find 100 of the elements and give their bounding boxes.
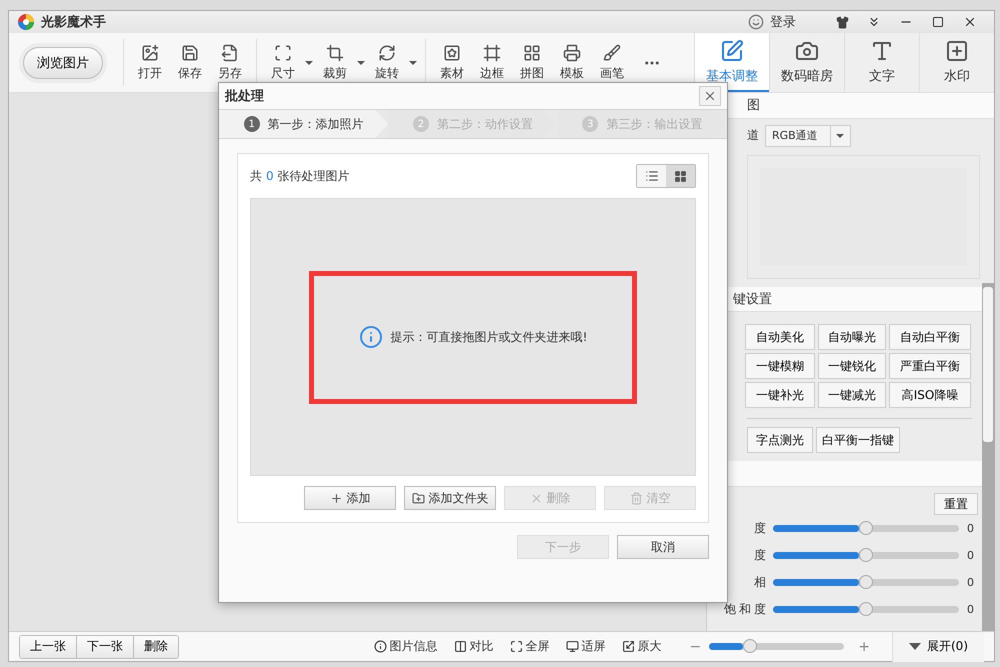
zoom-fill[interactable] xyxy=(709,643,743,650)
preset-button[interactable]: 一键补光 xyxy=(745,382,815,408)
slider-thumb[interactable] xyxy=(742,639,757,653)
scrollbar[interactable] xyxy=(982,283,994,631)
action-button[interactable]: 添加文件夹 xyxy=(404,486,496,510)
count-label: 共 xyxy=(250,168,262,184)
preset-button[interactable]: 自动曝光 xyxy=(818,324,886,350)
grid-icon[interactable] xyxy=(523,44,541,62)
action-button[interactable]: 添加 xyxy=(304,486,396,510)
avatar-icon[interactable] xyxy=(748,14,764,30)
slider-fill[interactable] xyxy=(773,525,859,532)
app-logo xyxy=(17,13,35,31)
tool-label[interactable]: 另存 xyxy=(218,64,242,82)
slider-label: 相 xyxy=(753,574,769,592)
list-icon xyxy=(644,169,658,183)
info-icon[interactable] xyxy=(374,640,387,653)
nav-button[interactable]: 下一张 xyxy=(77,636,134,658)
tool-label[interactable]: 边框 xyxy=(480,64,504,82)
view-tool-label[interactable]: 图片信息 xyxy=(390,638,438,655)
step-label: 第一步：添加照片 xyxy=(268,116,364,132)
slider-label: 度 xyxy=(753,547,769,564)
nav-button[interactable]: 上一张 xyxy=(20,636,77,658)
slider-label: 饱和度 xyxy=(723,601,769,618)
trash-icon xyxy=(630,492,642,504)
plus-square-icon xyxy=(945,38,969,62)
tool-label[interactable]: 保存 xyxy=(178,64,202,82)
slider-fill[interactable] xyxy=(773,606,859,614)
reset-button[interactable]: 重置 xyxy=(934,493,978,516)
dialog-button[interactable]: 取消 xyxy=(617,535,709,559)
tool-label[interactable]: 旋转 xyxy=(375,64,399,82)
step-label: 第三步：输出设置 xyxy=(606,116,702,132)
slider-thumb[interactable] xyxy=(859,575,873,590)
view-tool-label[interactable]: 对比 xyxy=(470,638,494,655)
brush-icon[interactable] xyxy=(603,44,621,62)
view-tool-label[interactable]: 适屏 xyxy=(582,638,606,655)
step-number: 1 xyxy=(244,116,260,132)
folder-plus-icon xyxy=(412,492,424,504)
slider-value: 0 xyxy=(967,576,974,590)
preset-button[interactable]: 自动美化 xyxy=(745,324,815,350)
panel-tab[interactable]: 文字 xyxy=(844,33,919,92)
caret-icon[interactable] xyxy=(357,60,365,64)
maximize-icon[interactable] xyxy=(932,16,944,28)
count-value: 0 xyxy=(266,169,274,183)
open-image-icon[interactable] xyxy=(141,44,159,62)
nav-button[interactable]: 删除 xyxy=(134,636,178,658)
monitor-icon[interactable] xyxy=(566,640,579,653)
expand-button[interactable]: 展开(0) xyxy=(892,632,984,662)
tool-label[interactable]: 素材 xyxy=(440,64,464,82)
panel-tab[interactable]: 水印 xyxy=(919,33,994,92)
printer-icon[interactable] xyxy=(563,44,581,62)
grid-view-button[interactable] xyxy=(666,165,695,187)
close-icon[interactable] xyxy=(963,15,977,29)
compare-icon[interactable] xyxy=(454,640,467,653)
panel-tab[interactable]: 基本调整 xyxy=(694,33,769,92)
save-as-icon[interactable] xyxy=(221,44,239,62)
slider-thumb[interactable] xyxy=(859,602,873,616)
view-tool-label[interactable]: 全屏 xyxy=(526,638,550,655)
close-button[interactable] xyxy=(699,86,721,106)
slider-fill[interactable] xyxy=(773,579,859,586)
preset-button[interactable]: 白平衡一指键 xyxy=(816,427,900,454)
hint-text: 提示：可直接拖图片或文件夹进来哦! xyxy=(390,328,588,346)
drop-area[interactable]: 提示：可直接拖图片或文件夹进来哦! xyxy=(250,198,696,476)
preset-button[interactable]: 严重白平衡 xyxy=(889,353,971,380)
dialog-title: 批处理 xyxy=(225,88,264,105)
preset-button[interactable]: 高ISO降噪 xyxy=(889,382,971,408)
preset-button[interactable]: 自动白平衡 xyxy=(889,324,971,350)
channel-select[interactable]: RGB通道 xyxy=(765,124,851,147)
slider-thumb[interactable] xyxy=(859,548,873,562)
tool-label[interactable]: 模板 xyxy=(560,64,584,82)
rotate-icon[interactable] xyxy=(378,44,396,62)
list-view-button[interactable] xyxy=(637,165,666,187)
panel-tab[interactable]: 数码暗房 xyxy=(769,33,844,92)
slider-thumb[interactable] xyxy=(859,521,873,536)
crop-icon[interactable] xyxy=(326,44,344,62)
skin-icon[interactable] xyxy=(836,16,848,28)
preset-button[interactable]: 字点测光 xyxy=(747,427,813,454)
slider-value: 0 xyxy=(967,522,974,536)
slider-value: 0 xyxy=(967,603,974,616)
info-icon xyxy=(358,325,383,349)
caret-icon[interactable] xyxy=(409,60,417,64)
slider-fill[interactable] xyxy=(773,552,859,560)
view-tool-label[interactable]: 原大 xyxy=(638,638,662,655)
fullscreen-icon[interactable] xyxy=(510,640,523,653)
preset-button[interactable]: 一键模糊 xyxy=(745,353,815,380)
tool-label[interactable]: 打开 xyxy=(138,64,162,82)
tool-label[interactable]: 画笔 xyxy=(600,64,624,82)
channel-label: 道 xyxy=(747,127,759,144)
plus-icon xyxy=(330,492,342,504)
close-icon xyxy=(530,492,542,504)
tool-label[interactable]: 裁剪 xyxy=(323,64,347,82)
step-tab[interactable]: 1 第一步：添加照片 xyxy=(219,110,388,138)
resize-icon[interactable] xyxy=(274,44,292,62)
tool-label[interactable]: 拼图 xyxy=(520,64,544,82)
caret-icon[interactable] xyxy=(305,60,313,64)
login-link[interactable]: 登录 xyxy=(770,13,796,31)
preset-button[interactable]: 一键减光 xyxy=(818,382,886,408)
save-icon[interactable] xyxy=(181,44,199,62)
preset-button[interactable]: 一键锐化 xyxy=(818,353,886,380)
close-icon xyxy=(703,89,717,103)
tool-label[interactable]: 尺寸 xyxy=(271,64,295,82)
